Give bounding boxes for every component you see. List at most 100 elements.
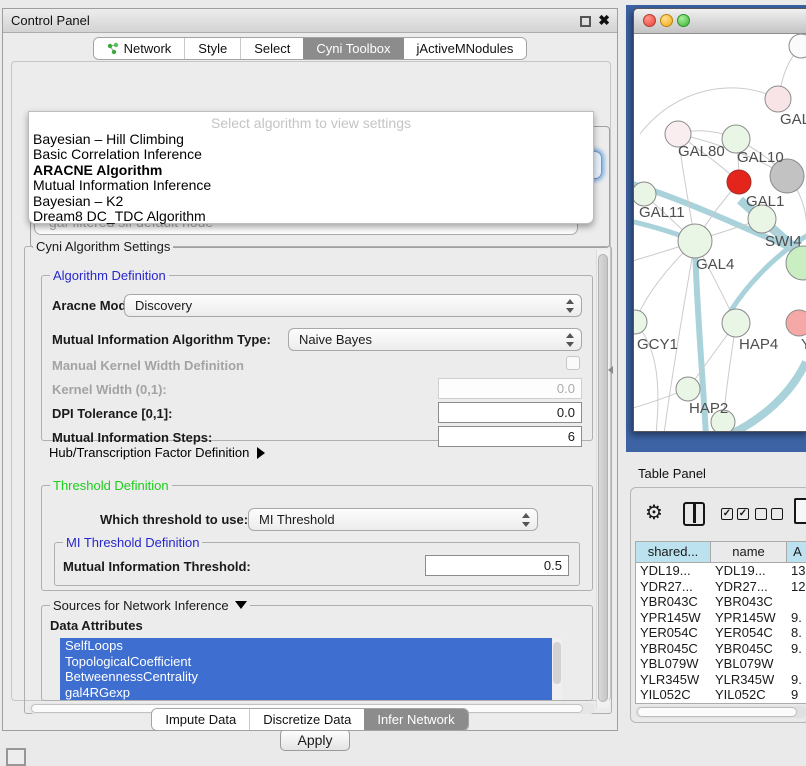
splitpane-collapse-icon[interactable] <box>608 366 613 374</box>
tab-discretize-data[interactable]: Discretize Data <box>249 709 364 730</box>
table-row[interactable]: YER054CYER054C8. <box>636 625 806 641</box>
column-header[interactable]: A <box>787 542 806 563</box>
mi-threshold-field[interactable]: 0.5 <box>425 555 569 576</box>
attributes-scrollbar[interactable] <box>552 638 562 700</box>
mac-minimize-icon[interactable] <box>660 14 673 27</box>
deselect-all-columns-icon[interactable] <box>755 508 783 520</box>
mac-zoom-icon[interactable] <box>677 14 690 27</box>
combo-stepper-icon <box>566 299 574 313</box>
node-gcy1[interactable] <box>634 310 647 334</box>
tab-style[interactable]: Style <box>184 38 240 59</box>
data-attributes-list[interactable]: SelfLoopsTopologicalCoefficientBetweenne… <box>60 638 562 700</box>
settings-group-title: Cyni Algorithm Settings <box>33 239 173 254</box>
control-panel-titlebar: Control Panel ✖ <box>3 9 617 33</box>
algorithm-definition-title: Algorithm Definition <box>50 268 169 283</box>
kernel-width-field: 0.0 <box>438 378 582 399</box>
attribute-item[interactable]: TopologicalCoefficient <box>60 654 562 670</box>
attribute-item[interactable]: BetweennessCentrality <box>60 669 562 685</box>
manual-kernel-width-label: Manual Kernel Width Definition <box>52 358 244 373</box>
kernel-width-label: Kernel Width (0,1): <box>52 382 167 397</box>
table-header-row: shared...nameA <box>636 542 806 563</box>
table-row[interactable]: YPR145WYPR145W9. <box>636 610 806 626</box>
mi-steps-field[interactable]: 6 <box>438 426 582 447</box>
algorithm-option[interactable]: ARACNE Algorithm <box>33 163 589 178</box>
table-rows: YDL19...YDL19...13YDR27...YDR27...12YBR0… <box>636 563 806 704</box>
node-label-y: Y <box>801 336 806 353</box>
tab-jactivemnodules[interactable]: jActiveMNodules <box>404 38 527 59</box>
attribute-item[interactable]: SelfLoops <box>60 638 562 654</box>
table-toolbar: ⚙ ✓✓ <box>631 488 806 540</box>
column-header[interactable]: name <box>711 542 787 563</box>
node-red[interactable] <box>727 170 751 194</box>
column-header[interactable]: shared... <box>636 542 711 563</box>
network-edge[interactable] <box>640 88 778 134</box>
algorithm-option[interactable]: Basic Correlation Inference <box>33 147 589 162</box>
bottom-tabbar: Impute DataDiscretize DataInfer Network <box>151 708 468 731</box>
sources-group-title[interactable]: Sources for Network Inference <box>50 598 250 613</box>
tab-select[interactable]: Select <box>240 38 303 59</box>
table-row[interactable]: YBR045CYBR045C9. <box>636 641 806 657</box>
mac-close-icon[interactable] <box>643 14 656 27</box>
float-window-button[interactable] <box>580 16 591 27</box>
node-gal11[interactable] <box>634 182 656 206</box>
node-pink-right[interactable] <box>786 310 806 336</box>
aracne-mode-combo[interactable]: Discovery <box>124 294 582 317</box>
algorithm-option[interactable]: Bayesian – Hill Climbing <box>33 132 589 147</box>
settings-vertical-scrollbar[interactable] <box>596 250 609 708</box>
table-horizontal-scrollbar[interactable] <box>635 706 806 718</box>
tab-network[interactable]: Network <box>94 38 185 59</box>
apply-button[interactable]: Apply <box>280 729 350 751</box>
table-row[interactable]: YDL19...YDL19...13 <box>636 563 806 579</box>
network-edge-thick[interactable] <box>727 362 806 432</box>
algorithm-definition-group: Algorithm Definition Aracne Mode: Discov… <box>41 275 593 441</box>
node-label-gal: GAL <box>780 111 806 128</box>
tab-cyni-toolbox[interactable]: Cyni Toolbox <box>303 38 403 59</box>
table-row[interactable]: YBL079WYBL079W <box>636 656 806 672</box>
close-panel-button[interactable]: ✖ <box>598 12 610 29</box>
mi-threshold-group: MI Threshold Definition Mutual Informati… <box>54 542 580 586</box>
algorithm-option[interactable]: Bayesian – K2 <box>33 194 589 209</box>
select-all-columns-icon[interactable]: ✓✓ <box>721 508 749 520</box>
algorithm-option[interactable]: Mutual Information Inference <box>33 178 589 193</box>
algorithm-dropdown-placeholder: Select algorithm to view settings <box>29 115 593 131</box>
algorithm-dropdown-popup: Select algorithm to view settings Bayesi… <box>28 111 594 224</box>
collapse-down-icon <box>235 601 247 609</box>
node-label-gal10: GAL10 <box>737 149 784 166</box>
node-label-gcy1: GCY1 <box>637 336 678 353</box>
expand-right-icon <box>257 447 265 459</box>
network-canvas[interactable]: GALGAL80GAL10GAL1GAL11SWI4GAL4GCY1HAP4YH… <box>634 34 806 431</box>
network-window-titlebar <box>634 9 806 34</box>
manual-kernel-width-checkbox[interactable] <box>566 356 580 370</box>
mi-threshold-label: Mutual Information Threshold: <box>63 559 251 574</box>
sources-group: Sources for Network Inference Data Attri… <box>41 605 593 701</box>
attribute-item[interactable]: gal4RGexp <box>60 685 562 701</box>
control-panel-title: Control Panel <box>11 13 90 28</box>
node-hap4[interactable] <box>722 309 750 337</box>
which-threshold-combo[interactable]: MI Threshold <box>248 508 538 531</box>
data-attributes-label: Data Attributes <box>50 618 143 633</box>
node-gal2[interactable] <box>765 86 791 112</box>
table-row[interactable]: YDR27...YDR27...12 <box>636 579 806 595</box>
control-panel: Control Panel ✖ NetworkStyleSelectCyni T… <box>2 8 618 731</box>
node-gal4[interactable] <box>678 224 712 258</box>
dpi-tolerance-label: DPI Tolerance [0,1]: <box>52 406 172 421</box>
table-panel: ⚙ ✓✓ shared...nameA YDL19...YDL19...13YD… <box>630 487 806 723</box>
node-top-partial[interactable] <box>789 34 806 58</box>
hub-definition-expander[interactable]: Hub/Transcription Factor Definition <box>49 445 265 460</box>
dpi-tolerance-field[interactable]: 0.0 <box>438 402 582 423</box>
gear-icon[interactable]: ⚙ <box>645 500 663 525</box>
cyni-toolbox-content: gal-filtered sif default node Select alg… <box>11 61 611 701</box>
tab-infer-network[interactable]: Infer Network <box>364 709 467 730</box>
table-row[interactable]: YLR345WYLR345W9. <box>636 672 806 688</box>
algorithm-option[interactable]: Dream8 DC_TDC Algorithm <box>33 209 589 224</box>
node-table: shared...nameA YDL19...YDL19...13YDR27..… <box>635 541 806 704</box>
columns-icon[interactable] <box>683 502 705 526</box>
node-label-gal1: GAL1 <box>746 193 784 210</box>
mi-algorithm-type-combo[interactable]: Naive Bayes <box>288 328 582 351</box>
export-table-icon[interactable] <box>794 498 806 524</box>
table-row[interactable]: YBR043CYBR043C <box>636 594 806 610</box>
node-hap2[interactable] <box>676 377 700 401</box>
tab-impute-data[interactable]: Impute Data <box>152 709 249 730</box>
bottom-corner-icon[interactable] <box>6 748 26 766</box>
table-row[interactable]: YIL052CYIL052C9 <box>636 687 806 703</box>
